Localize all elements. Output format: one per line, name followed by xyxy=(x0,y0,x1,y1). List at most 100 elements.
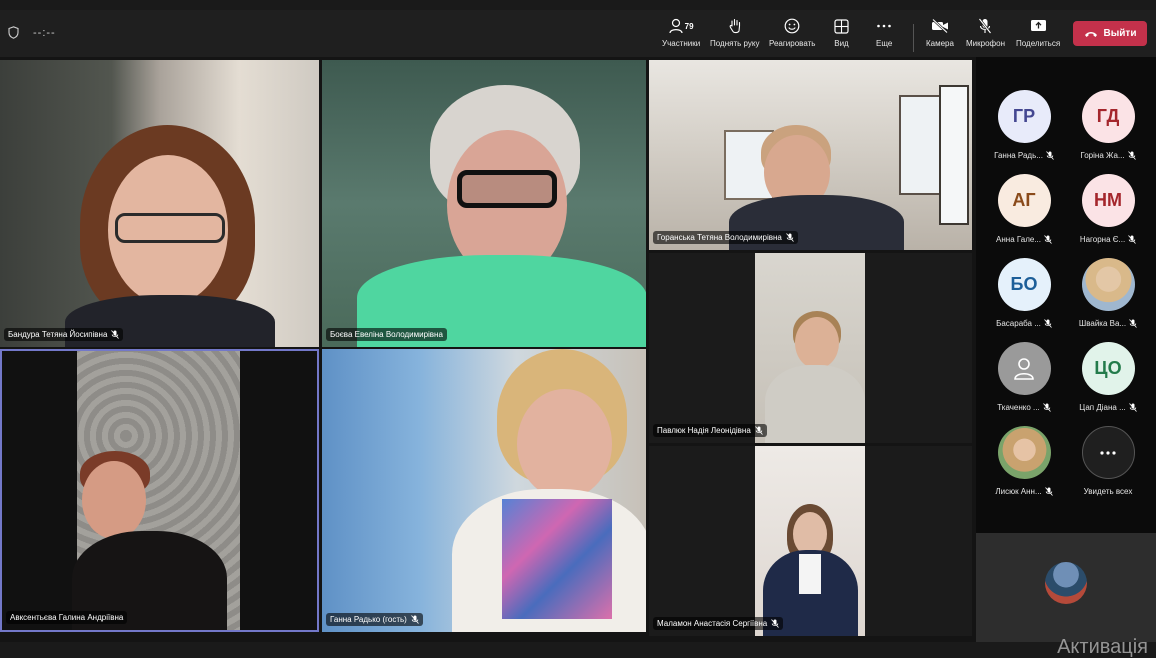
see-all-label: Увидеть всех xyxy=(1083,487,1133,496)
mic-off-icon xyxy=(1129,319,1137,328)
participant-name-label: Маламон Анастасія Сергіївна xyxy=(657,619,768,628)
mic-off-icon xyxy=(1128,403,1137,412)
roster-name: Ганна Радь... xyxy=(994,151,1043,160)
mic-off-icon xyxy=(979,18,992,34)
ellipsis-icon xyxy=(877,24,891,28)
roster-name: Цап Діана ... xyxy=(1079,403,1126,412)
view-button[interactable]: Вид xyxy=(834,16,849,54)
share-button[interactable]: Поделиться xyxy=(1016,16,1060,54)
participant-name: Павлюк Надія Леонідівна xyxy=(653,424,767,437)
avatar xyxy=(1081,426,1135,479)
mic-off-icon xyxy=(771,619,779,628)
roster-participant[interactable]: БО Басараба ... xyxy=(982,258,1066,338)
roster-participant[interactable]: Ткаченко ... xyxy=(982,342,1066,422)
camera-button[interactable]: Камера xyxy=(926,16,954,54)
participant-name: Бандура Тетяна Йосипівна xyxy=(4,328,124,341)
meeting-timer: --:-- xyxy=(33,26,56,39)
participant-name-label: Ганна Радько (гость) xyxy=(330,615,407,624)
roster-name: Басараба ... xyxy=(996,319,1041,328)
avatar: БО xyxy=(997,258,1051,311)
roster-participant[interactable]: ГД Горіна Жа... xyxy=(1066,90,1150,170)
hand-icon xyxy=(729,18,740,34)
participant-video xyxy=(755,253,865,443)
shield-icon xyxy=(8,26,19,39)
participant-name-label: Авксентьєва Галина Андріївна xyxy=(10,613,124,622)
video-stage: Бандура Тетяна Йосипівна Боєва Евеліна В… xyxy=(0,57,976,642)
roster-participant[interactable]: Швайка Ва... xyxy=(1066,258,1150,338)
mic-off-icon xyxy=(1044,235,1052,244)
activation-watermark: Активація xyxy=(1057,636,1148,658)
more-button[interactable]: Еще xyxy=(876,16,892,54)
people-icon xyxy=(669,18,683,34)
camera-label: Камера xyxy=(926,39,954,48)
avatar: АГ xyxy=(997,174,1051,227)
video-tile[interactable]: Ганна Радько (гость) xyxy=(322,349,646,632)
roster-name: Горіна Жа... xyxy=(1080,151,1125,160)
roster-participant[interactable]: НМ Нагорна Є... xyxy=(1066,174,1150,254)
participants-label: Участники xyxy=(662,39,701,48)
video-tile[interactable]: Павлюк Надія Леонідівна xyxy=(649,253,972,443)
video-tile[interactable]: Боєва Евеліна Володимирівна xyxy=(322,60,646,347)
mic-off-icon xyxy=(411,615,419,624)
self-avatar xyxy=(1045,562,1087,604)
roster-name: Швайка Ва... xyxy=(1078,319,1127,328)
video-tile[interactable]: Бандура Тетяна Йосипівна xyxy=(0,60,319,347)
participant-video xyxy=(357,85,646,347)
mic-off-icon xyxy=(1042,403,1051,412)
mic-off-icon xyxy=(754,426,763,435)
mic-off-icon xyxy=(1044,487,1053,496)
participant-name-label: Боєва Евеліна Володимирівна xyxy=(330,330,443,339)
avatar-initials: НМ xyxy=(1094,190,1122,210)
roster-participant[interactable]: Лисюк Анн... xyxy=(982,426,1066,506)
participant-video xyxy=(452,349,646,632)
avatar xyxy=(997,342,1051,395)
microphone-button[interactable]: Микрофон xyxy=(966,16,1005,54)
leave-label: Выйти xyxy=(1103,28,1137,39)
share-label: Поделиться xyxy=(1016,39,1061,48)
roster-participant[interactable]: АГ Анна Гале... xyxy=(982,174,1066,254)
toolbar-divider xyxy=(913,24,914,52)
avatar-initials: АГ xyxy=(1012,190,1036,210)
participant-name: Авксентьєва Галина Андріївна xyxy=(6,611,128,624)
avatar-initials: ГД xyxy=(1096,106,1120,126)
roster-participant[interactable]: ЦО Цап Діана ... xyxy=(1066,342,1150,422)
avatar-photo xyxy=(997,426,1051,479)
raise-hand-label: Поднять руку xyxy=(710,39,760,48)
roster-participant[interactable]: ГР Ганна Радь... xyxy=(982,90,1066,170)
room-window xyxy=(939,85,969,225)
video-tile[interactable]: Маламон Анастасія Сергіївна xyxy=(649,446,972,636)
participant-name: Горанська Тетяна Володимирівна xyxy=(653,231,798,244)
self-view[interactable] xyxy=(976,533,1156,642)
participant-name: Маламон Анастасія Сергіївна xyxy=(653,617,784,630)
participant-video xyxy=(72,451,232,630)
mic-off-icon xyxy=(1046,151,1054,160)
avatar-initials: ЦО xyxy=(1094,358,1122,378)
avatar: ГР xyxy=(997,90,1051,143)
participant-name-label: Павлюк Надія Леонідівна xyxy=(657,426,751,435)
participant-video xyxy=(60,125,280,347)
participants-button[interactable]: 79 Участники xyxy=(662,16,700,54)
see-all-button[interactable]: Увидеть всех xyxy=(1066,426,1150,506)
avatar: НМ xyxy=(1081,174,1135,227)
react-button[interactable]: Реагировать xyxy=(769,16,815,54)
share-screen-icon xyxy=(1030,20,1046,31)
window-titlebar xyxy=(0,0,1156,10)
react-label: Реагировать xyxy=(769,39,816,48)
mic-off-icon xyxy=(1044,319,1052,328)
participant-name-label: Горанська Тетяна Володимирівна xyxy=(657,233,782,242)
mic-off-icon xyxy=(1128,235,1136,244)
hang-up-icon xyxy=(1084,31,1097,37)
participant-roster: ГР Ганна Радь... ГД Горіна Жа... АГ Анна… xyxy=(976,57,1156,533)
video-tile-active[interactable]: Авксентьєва Галина Андріївна xyxy=(0,349,319,632)
roster-name: Анна Гале... xyxy=(996,235,1041,244)
raise-hand-button[interactable]: Поднять руку xyxy=(710,16,759,54)
participant-video xyxy=(755,446,865,636)
mic-off-icon xyxy=(786,233,794,242)
avatar-initials: БО xyxy=(1010,274,1038,294)
leave-button[interactable]: Выйти xyxy=(1073,21,1147,46)
smiley-icon xyxy=(784,18,800,34)
video-tile[interactable]: Горанська Тетяна Володимирівна xyxy=(649,60,972,250)
mic-off-icon xyxy=(111,330,120,339)
meeting-toolbar: --:-- 79 Участники Поднять руку Реагиров… xyxy=(0,10,1156,57)
camera-off-icon xyxy=(931,19,948,33)
